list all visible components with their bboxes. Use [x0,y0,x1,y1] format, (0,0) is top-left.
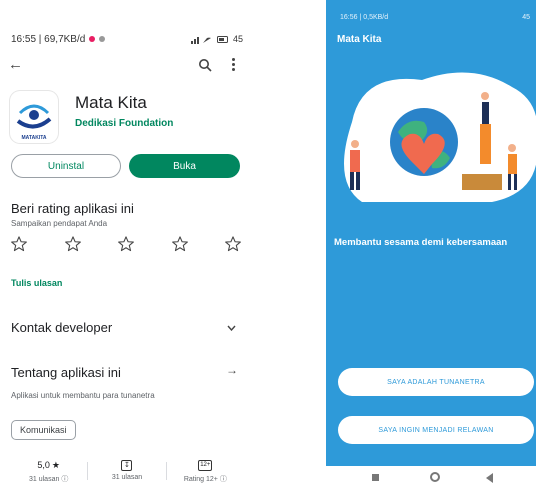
reviews-count: 31 ulasan [29,476,60,483]
star-1-icon[interactable] [10,235,28,253]
play-store-screen: 16:55 | 69,7KB/d 45 ← MATAKITA Mata Kita… [0,0,254,488]
notification-dot-icon [89,36,96,42]
developer-link[interactable]: Dedikasi Foundation [75,118,173,129]
status-time: 16:55 | 69,7KB/d [11,33,86,45]
rating-value: 5,0 [37,460,50,470]
stat-rating: 5,0 ★ 31 ulasan ⓘ [10,458,87,488]
recents-icon[interactable] [372,474,379,481]
app-bar: ← [8,56,244,76]
about-app-section[interactable]: Tentang aplikasi ini [11,365,121,380]
signal-wifi-icon [190,36,211,44]
notification-dot-icon [99,36,106,42]
more-options-icon[interactable] [232,58,236,72]
age-rating-label: Rating 12+ [183,476,218,483]
become-volunteer-button[interactable]: SAYA INGIN MENJADI RELAWAN [338,416,534,444]
rating-subtitle: Sampaikan pendapat Anda [11,219,108,228]
arrow-right-icon[interactable]: → [226,363,238,377]
contact-developer-section[interactable]: Kontak developer [11,320,112,335]
category-chip[interactable]: Komunikasi [11,420,76,440]
mata-kita-app-screen: 16:56 | 0,5KB/d 45 Mata Kita Membantu se… [326,0,536,488]
status-right: 45 [190,34,243,44]
stat-age: 12+ Rating 12+ ⓘ [167,458,244,488]
star-5-icon[interactable] [224,235,242,253]
home-icon[interactable] [430,472,440,482]
rating-title: Beri rating aplikasi ini [11,201,134,216]
star-filled-icon: ★ [51,459,60,470]
app-title: Mata Kita [337,34,382,45]
back-arrow-icon[interactable]: ← [8,56,23,73]
app-icon: MATAKITA [10,91,58,143]
info-icon: ⓘ [61,476,69,483]
downloads-label: 31 ulasan [111,474,143,481]
app-name: Mata Kita [75,93,147,112]
open-button[interactable]: Buka [129,154,240,178]
search-icon[interactable] [198,58,212,72]
eye-logo-icon: MATAKITA [16,104,52,141]
battery-percent: 45 [232,34,243,44]
chevron-down-icon[interactable] [227,325,236,331]
battery-icon [216,35,228,43]
star-4-icon[interactable] [171,235,189,253]
back-icon[interactable] [486,473,493,483]
tagline: Membantu sesama demi kebersamaan [334,237,508,248]
status-time: 16:56 | 0,5KB/d [340,14,389,21]
i-am-blind-button[interactable]: SAYA ADALAH TUNANETRA [338,368,534,396]
status-bar: 16:55 | 69,7KB/d 45 [11,32,243,46]
download-icon: ↧ [121,459,133,471]
volunteer-earth-illustration [344,72,536,202]
write-review-link[interactable]: Tulis ulasan [11,278,62,288]
system-nav-bar [326,466,536,488]
star-2-icon[interactable] [64,235,82,253]
stats-row: 5,0 ★ 31 ulasan ⓘ ↧ 31 ulasan 12+ Rating … [10,458,244,488]
about-description: Aplikasi untuk membantu para tunanetra [11,391,155,400]
battery-percent: 45 [522,14,530,21]
info-icon: ⓘ [219,476,227,483]
uninstall-button[interactable]: Uninstal [11,154,121,178]
stat-downloads: ↧ 31 ulasan [88,458,165,488]
age-rating-icon: 12+ [198,459,213,471]
star-3-icon[interactable] [117,235,135,253]
rating-stars [10,235,242,253]
app-icon-text: MATAKITA [22,135,47,141]
status-bar: 16:56 | 0,5KB/d 45 [340,14,530,21]
